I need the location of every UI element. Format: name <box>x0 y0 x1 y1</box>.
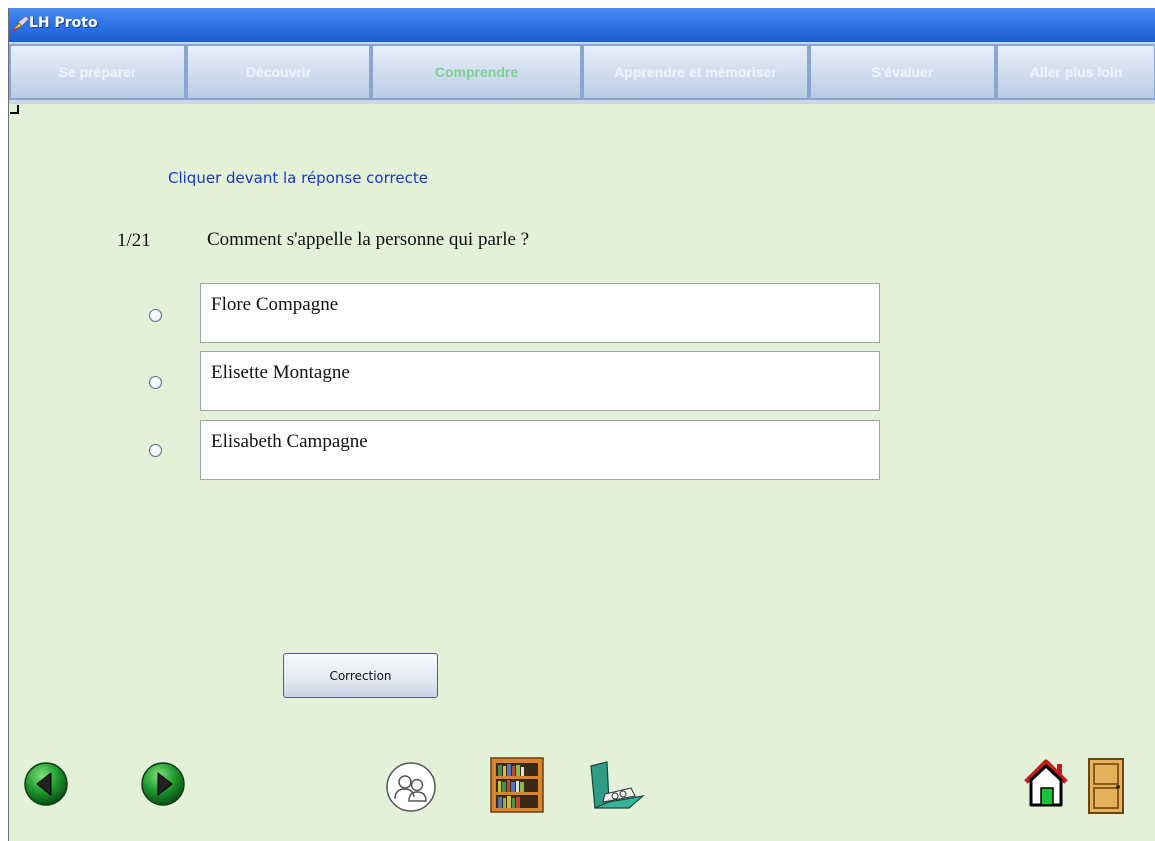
tab-comprendre[interactable]: Comprendre <box>371 44 582 100</box>
folder-icon[interactable] <box>585 758 647 816</box>
instruction-text: Cliquer devant la réponse correcte <box>168 169 428 187</box>
title-bar: LH Proto <box>9 8 1155 42</box>
corner-marker <box>10 105 19 114</box>
answer-option-3[interactable]: Elisabeth Campagne <box>200 420 880 480</box>
answer-radio-2[interactable] <box>149 376 162 389</box>
next-arrow-icon[interactable] <box>140 761 186 807</box>
correction-button[interactable]: Correction <box>283 653 438 698</box>
answer-option-2[interactable]: Elisette Montagne <box>200 351 880 411</box>
home-icon[interactable] <box>1022 758 1070 810</box>
question-text: Comment s'appelle la personne qui parle … <box>207 229 530 250</box>
exit-door-icon[interactable] <box>1086 756 1128 816</box>
app-logo-icon <box>12 15 30 32</box>
app-window: LH Proto Se préparer Découvrir Comprendr… <box>8 8 1155 841</box>
navigation-tabs: Se préparer Découvrir Comprendre Apprend… <box>9 42 1155 104</box>
answer-option-1[interactable]: Flore Compagne <box>200 283 880 343</box>
people-icon[interactable] <box>385 761 437 813</box>
question-counter: 1/21 <box>117 230 151 251</box>
tab-s-evaluer[interactable]: S'évaluer <box>809 44 996 100</box>
previous-arrow-icon[interactable] <box>23 761 69 807</box>
window-title: LH Proto <box>29 15 98 31</box>
tab-decouvrir[interactable]: Découvrir <box>186 44 371 100</box>
answer-radio-1[interactable] <box>149 309 162 322</box>
answer-radio-3[interactable] <box>149 444 162 457</box>
bookshelf-icon[interactable] <box>488 755 548 815</box>
tab-se-preparer[interactable]: Se préparer <box>9 44 186 100</box>
tab-apprendre-et-memoriser[interactable]: Apprendre et mémoriser <box>582 44 809 100</box>
tab-aller-plus-loin[interactable]: Aller plus loin <box>996 44 1155 100</box>
